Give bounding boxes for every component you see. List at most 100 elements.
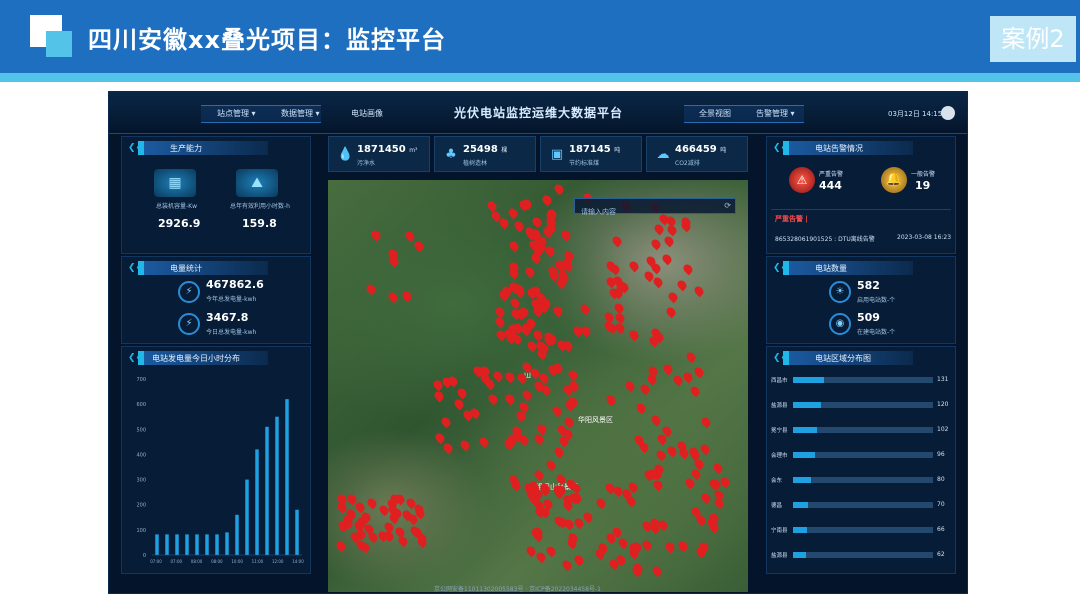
station-pin-icon[interactable] (455, 386, 469, 400)
user-avatar-icon[interactable] (941, 106, 955, 120)
station-pin-icon[interactable] (513, 220, 526, 233)
station-pin-icon[interactable] (699, 492, 713, 505)
station-pin-icon[interactable] (544, 545, 558, 558)
station-pin-icon[interactable] (711, 461, 724, 475)
station-pin-icon[interactable] (530, 215, 544, 229)
station-pin-icon[interactable] (477, 436, 491, 449)
station-pin-icon[interactable] (681, 262, 695, 276)
station-pin-icon[interactable] (692, 365, 706, 379)
station-pin-icon[interactable] (666, 290, 680, 304)
satellite-map[interactable]: 山 华阳风景区 峨眉山风景区 ⟳ (328, 180, 748, 592)
station-pin-icon[interactable] (493, 315, 506, 329)
map-search-input[interactable] (575, 205, 715, 219)
station-pin-icon[interactable] (403, 229, 417, 243)
station-pin-icon[interactable] (675, 278, 689, 292)
station-pin-icon[interactable] (649, 237, 663, 251)
station-pin-icon[interactable] (604, 393, 618, 407)
station-pin-icon[interactable] (552, 182, 566, 196)
station-pin-icon[interactable] (486, 392, 500, 406)
station-pin-icon[interactable] (506, 206, 520, 219)
station-pin-icon[interactable] (638, 382, 652, 395)
station-pin-icon[interactable] (650, 564, 663, 578)
station-pin-icon[interactable] (662, 234, 676, 248)
station-pin-icon[interactable] (551, 304, 565, 317)
station-pin-icon[interactable] (433, 431, 447, 445)
station-pin-icon[interactable] (559, 228, 572, 241)
station-pin-icon[interactable] (684, 351, 698, 364)
region-name: 会理市 (771, 453, 788, 459)
station-pin-icon[interactable] (661, 362, 675, 376)
nav-station-profile[interactable]: 电站画像 (351, 108, 383, 119)
station-pin-icon[interactable] (400, 289, 414, 303)
station-pin-icon[interactable] (550, 404, 563, 417)
station-pin-icon[interactable] (534, 550, 548, 564)
station-pin-icon[interactable] (544, 459, 558, 472)
station-pin-icon[interactable] (523, 265, 537, 279)
station-pin-icon[interactable] (507, 239, 521, 253)
station-pin-icon[interactable] (566, 368, 580, 381)
station-pin-icon[interactable] (503, 370, 517, 384)
station-pin-icon[interactable] (640, 538, 654, 552)
station-pin-icon[interactable] (439, 415, 453, 428)
station-pin-icon[interactable] (458, 438, 472, 452)
station-pin-icon[interactable] (652, 478, 665, 492)
station-pin-icon[interactable] (649, 413, 662, 426)
nav-data-management[interactable]: 数据管理 ▾ (281, 108, 320, 119)
station-pin-icon[interactable] (613, 301, 626, 314)
station-pin-icon[interactable] (616, 536, 630, 550)
station-pin-icon[interactable] (698, 442, 712, 456)
station-pin-icon[interactable] (611, 234, 624, 248)
station-pin-icon[interactable] (594, 496, 608, 509)
station-pin-icon[interactable] (491, 369, 505, 383)
station-pin-icon[interactable] (540, 193, 554, 206)
station-pin-icon[interactable] (692, 284, 706, 298)
station-pin-icon[interactable] (634, 401, 648, 414)
station-pin-icon[interactable] (369, 229, 383, 242)
station-pin-icon[interactable] (681, 370, 695, 384)
station-pin-icon[interactable] (504, 392, 517, 406)
station-pin-icon[interactable] (688, 384, 702, 398)
nav-site-management[interactable]: 站点管理 ▾ (217, 108, 256, 119)
station-pin-icon[interactable] (358, 541, 372, 554)
station-pin-icon[interactable] (532, 468, 545, 482)
station-pin-icon[interactable] (520, 388, 534, 402)
station-pin-icon[interactable] (365, 282, 378, 296)
station-pin-icon[interactable] (699, 415, 713, 429)
station-pin-icon[interactable] (441, 441, 455, 455)
station-pin-icon[interactable] (572, 553, 585, 567)
station-pin-icon[interactable] (452, 397, 465, 411)
station-pin-icon[interactable] (665, 445, 678, 458)
station-pin-icon[interactable] (531, 328, 545, 342)
station-pin-icon[interactable] (560, 558, 574, 571)
station-pin-icon[interactable] (627, 328, 641, 341)
station-pin-icon[interactable] (412, 239, 426, 253)
station-pin-icon[interactable] (552, 445, 566, 459)
station-pin-icon[interactable] (663, 540, 677, 554)
station-pin-icon[interactable] (623, 379, 636, 392)
station-pin-icon[interactable] (387, 290, 400, 303)
chart-bar (155, 534, 159, 555)
station-pin-icon[interactable] (432, 389, 446, 403)
station-pin-icon[interactable] (646, 372, 659, 386)
cloud-icon: ☁ (656, 147, 670, 162)
station-pin-icon[interactable] (660, 252, 673, 266)
station-pin-icon[interactable] (676, 539, 690, 553)
station-pin-icon[interactable] (664, 305, 678, 319)
station-pin-icon[interactable] (365, 496, 379, 509)
station-pin-icon[interactable] (613, 311, 626, 325)
station-pin-icon[interactable] (508, 296, 522, 309)
station-pin-icon[interactable] (627, 259, 641, 273)
search-icon[interactable]: ⟳ (724, 201, 731, 210)
station-pin-icon[interactable] (608, 262, 622, 276)
nav-panorama[interactable]: 全景视图 (699, 108, 731, 119)
station-pin-icon[interactable] (562, 415, 576, 429)
station-pin-icon[interactable] (578, 302, 592, 316)
station-pin-icon[interactable] (654, 448, 668, 462)
nav-alarm-management[interactable]: 告警管理 ▾ (756, 108, 795, 119)
alarm-row-id[interactable]: 865328061901525 : DTU离线告警 (775, 234, 875, 243)
station-pin-icon[interactable] (543, 244, 557, 258)
station-pin-icon[interactable] (485, 199, 499, 212)
station-pin-icon[interactable] (510, 479, 523, 492)
station-pin-icon[interactable] (581, 510, 595, 524)
station-pin-icon[interactable] (334, 540, 348, 553)
